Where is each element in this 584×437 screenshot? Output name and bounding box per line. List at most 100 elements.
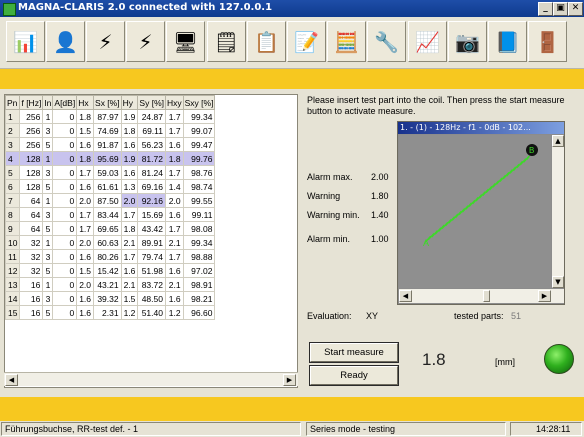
table-row[interactable]: 12 32 5 0 1.5 15.42 1.6 51.98 1.6 97.02 <box>5 263 216 278</box>
table-cell: 3 <box>42 165 54 180</box>
column-header[interactable]: Hy <box>120 95 139 110</box>
table-cell: 83.44 <box>93 207 122 222</box>
toolbar-button-blank-document[interactable]: 🗒 <box>207 21 246 62</box>
camera-icon: 📷 <box>455 29 480 54</box>
table-cell: 51.98 <box>137 263 166 278</box>
table-cell: 61.61 <box>93 179 122 194</box>
table-horizontal-scrollbar[interactable]: ◀ ▶ <box>4 372 298 386</box>
wrench-icon: 🔧 <box>374 29 399 54</box>
table-cell: 89.91 <box>137 235 166 250</box>
table-row[interactable]: 3 256 5 0 1.6 91.87 1.6 56.23 1.6 99.47 <box>5 137 216 152</box>
table-cell: 15.69 <box>137 207 166 222</box>
table-cell: 2.1 <box>164 235 184 250</box>
plot-horizontal-scrollbar[interactable]: ◀ ▶ <box>399 289 564 303</box>
table-cell: 51.40 <box>137 305 166 320</box>
toolbar-button-computer[interactable]: 🖥 <box>166 21 205 62</box>
probe-icon: ⚡ <box>98 29 113 54</box>
table-row[interactable]: 6 128 5 0 1.6 61.61 1.3 69.16 1.4 98.74 <box>5 179 216 194</box>
table-cell: 95.69 <box>93 151 122 166</box>
table-cell: 99.55 <box>182 193 216 208</box>
column-header[interactable]: Sy [%] <box>137 95 166 110</box>
plot-scroll-thumb[interactable] <box>483 290 490 302</box>
toolbar-button-measure-coil[interactable]: 📊 <box>6 21 45 62</box>
table-cell: 39.32 <box>93 291 122 306</box>
scroll-down-icon[interactable]: ▼ <box>552 276 564 288</box>
toolbar-button-help-book[interactable]: 📘 <box>488 21 527 62</box>
toolbar-button-calculator[interactable]: 🧮 <box>327 21 366 62</box>
table-cell: 1 <box>42 109 54 124</box>
table-cell: 2.0 <box>120 193 139 208</box>
toolbar-button-probe[interactable]: ⚡ <box>86 21 125 62</box>
table-row[interactable]: 1 256 1 0 1.8 87.97 1.9 24.87 1.7 99.34 <box>5 109 216 124</box>
column-header[interactable]: Sxy [%] <box>182 95 216 110</box>
table-cell: 24.87 <box>137 109 166 124</box>
column-header[interactable]: Pn <box>5 95 21 110</box>
table-cell: 1.7 <box>76 165 95 180</box>
column-header[interactable]: Sx [%] <box>93 95 122 110</box>
column-header[interactable]: In <box>42 95 54 110</box>
toolbar-button-edit-document[interactable]: 📝 <box>287 21 326 62</box>
table-cell: 10 <box>5 235 21 250</box>
column-header[interactable]: Hx <box>76 95 95 110</box>
table-cell: 1.6 <box>120 263 139 278</box>
table-row[interactable]: 14 16 3 0 1.6 39.32 1.5 48.50 1.6 98.21 <box>5 291 216 306</box>
table-cell: 9 <box>5 221 21 236</box>
plot-vertical-scrollbar[interactable]: ▲ ▼ <box>552 135 564 288</box>
plot-scroll-left-icon[interactable]: ◀ <box>399 290 412 302</box>
column-header[interactable]: f [Hz] <box>19 95 44 110</box>
table-row[interactable]: 4 128 1 0 1.8 95.69 1.9 81.72 1.8 99.76 <box>5 151 216 166</box>
table-row[interactable]: 5 128 3 0 1.7 59.03 1.6 81.24 1.7 98.76 <box>5 165 216 180</box>
table-row[interactable]: 9 64 5 0 1.7 69.65 1.8 43.42 1.7 98.08 <box>5 221 216 236</box>
plot-scroll-right-icon[interactable]: ▶ <box>538 290 551 302</box>
toolbar-button-monitor-graph[interactable]: 📈 <box>408 21 447 62</box>
toolbar-button-tools[interactable]: 👤 <box>46 21 85 62</box>
alarm-value: 1.40 <box>371 210 389 220</box>
toolbar-button-probe-red[interactable]: ⚡ <box>126 21 165 62</box>
scroll-up-icon[interactable]: ▲ <box>552 135 564 147</box>
table-cell: 0 <box>52 277 78 292</box>
table-cell: 1.4 <box>164 179 184 194</box>
toolbar-button-camera[interactable]: 📷 <box>448 21 487 62</box>
table-cell: 13 <box>5 277 21 292</box>
table-row[interactable]: 13 16 1 0 2.0 43.21 2.1 83.72 2.1 98.91 <box>5 277 216 292</box>
table-row[interactable]: 15 16 5 0 1.6 2.31 1.2 51.40 1.2 96.60 <box>5 305 216 320</box>
scroll-right-icon[interactable]: ▶ <box>283 374 296 386</box>
table-cell: 0 <box>52 207 78 222</box>
table-cell: 97.02 <box>182 263 216 278</box>
toolbar-button-exit-door[interactable]: 🚪 <box>528 21 567 62</box>
table-row[interactable]: 7 64 1 0 2.0 87.50 2.0 92.16 2.0 99.55 <box>5 193 216 208</box>
app-icon <box>3 3 16 16</box>
ready-button[interactable]: Ready <box>309 365 399 386</box>
status-mode: Series mode - testing <box>306 422 506 436</box>
column-header[interactable]: A[dB] <box>52 95 78 110</box>
table-cell: 98.21 <box>182 291 216 306</box>
table-cell: 1 <box>42 193 54 208</box>
table-cell: 1.6 <box>76 179 95 194</box>
toolbar-button-wrench[interactable]: 🔧 <box>367 21 406 62</box>
table-row[interactable]: 8 64 3 0 1.7 83.44 1.7 15.69 1.6 99.11 <box>5 207 216 222</box>
toolbar-button-printer-list[interactable]: 📋 <box>247 21 286 62</box>
table-cell: 1.6 <box>120 165 139 180</box>
column-header[interactable]: Hxy <box>164 95 184 110</box>
xy-plot-area: A B <box>399 135 551 288</box>
table-row[interactable]: 2 256 3 0 1.5 74.69 1.8 69.11 1.7 99.07 <box>5 123 216 138</box>
table-cell: 0 <box>52 137 78 152</box>
table-cell: 3 <box>42 207 54 222</box>
start-measure-button[interactable]: Start measure <box>309 342 399 363</box>
table-row[interactable]: 10 32 1 0 2.0 60.63 2.1 89.91 2.1 99.34 <box>5 235 216 250</box>
xy-trace-line <box>424 155 530 243</box>
minimize-button[interactable]: _ <box>538 2 553 16</box>
title-bar: MAGNA-CLARIS 2.0 connected with 127.0.0.… <box>0 0 584 17</box>
close-button[interactable]: ✕ <box>568 2 583 16</box>
scroll-left-icon[interactable]: ◀ <box>5 374 18 386</box>
alarm-value: 1.80 <box>371 191 389 201</box>
table-cell: 1 <box>42 277 54 292</box>
status-part-info: Führungsbuchse, RR-test def. - 1 <box>1 422 301 436</box>
measurement-unit: [mm] <box>495 357 515 367</box>
maximize-button[interactable]: ▣ <box>553 2 568 16</box>
table-cell: 128 <box>19 165 44 180</box>
table-cell: 98.76 <box>182 165 216 180</box>
table-cell: 15 <box>5 305 21 320</box>
table-cell: 1.8 <box>120 123 139 138</box>
table-row[interactable]: 11 32 3 0 1.6 80.26 1.7 79.74 1.7 98.88 <box>5 249 216 264</box>
